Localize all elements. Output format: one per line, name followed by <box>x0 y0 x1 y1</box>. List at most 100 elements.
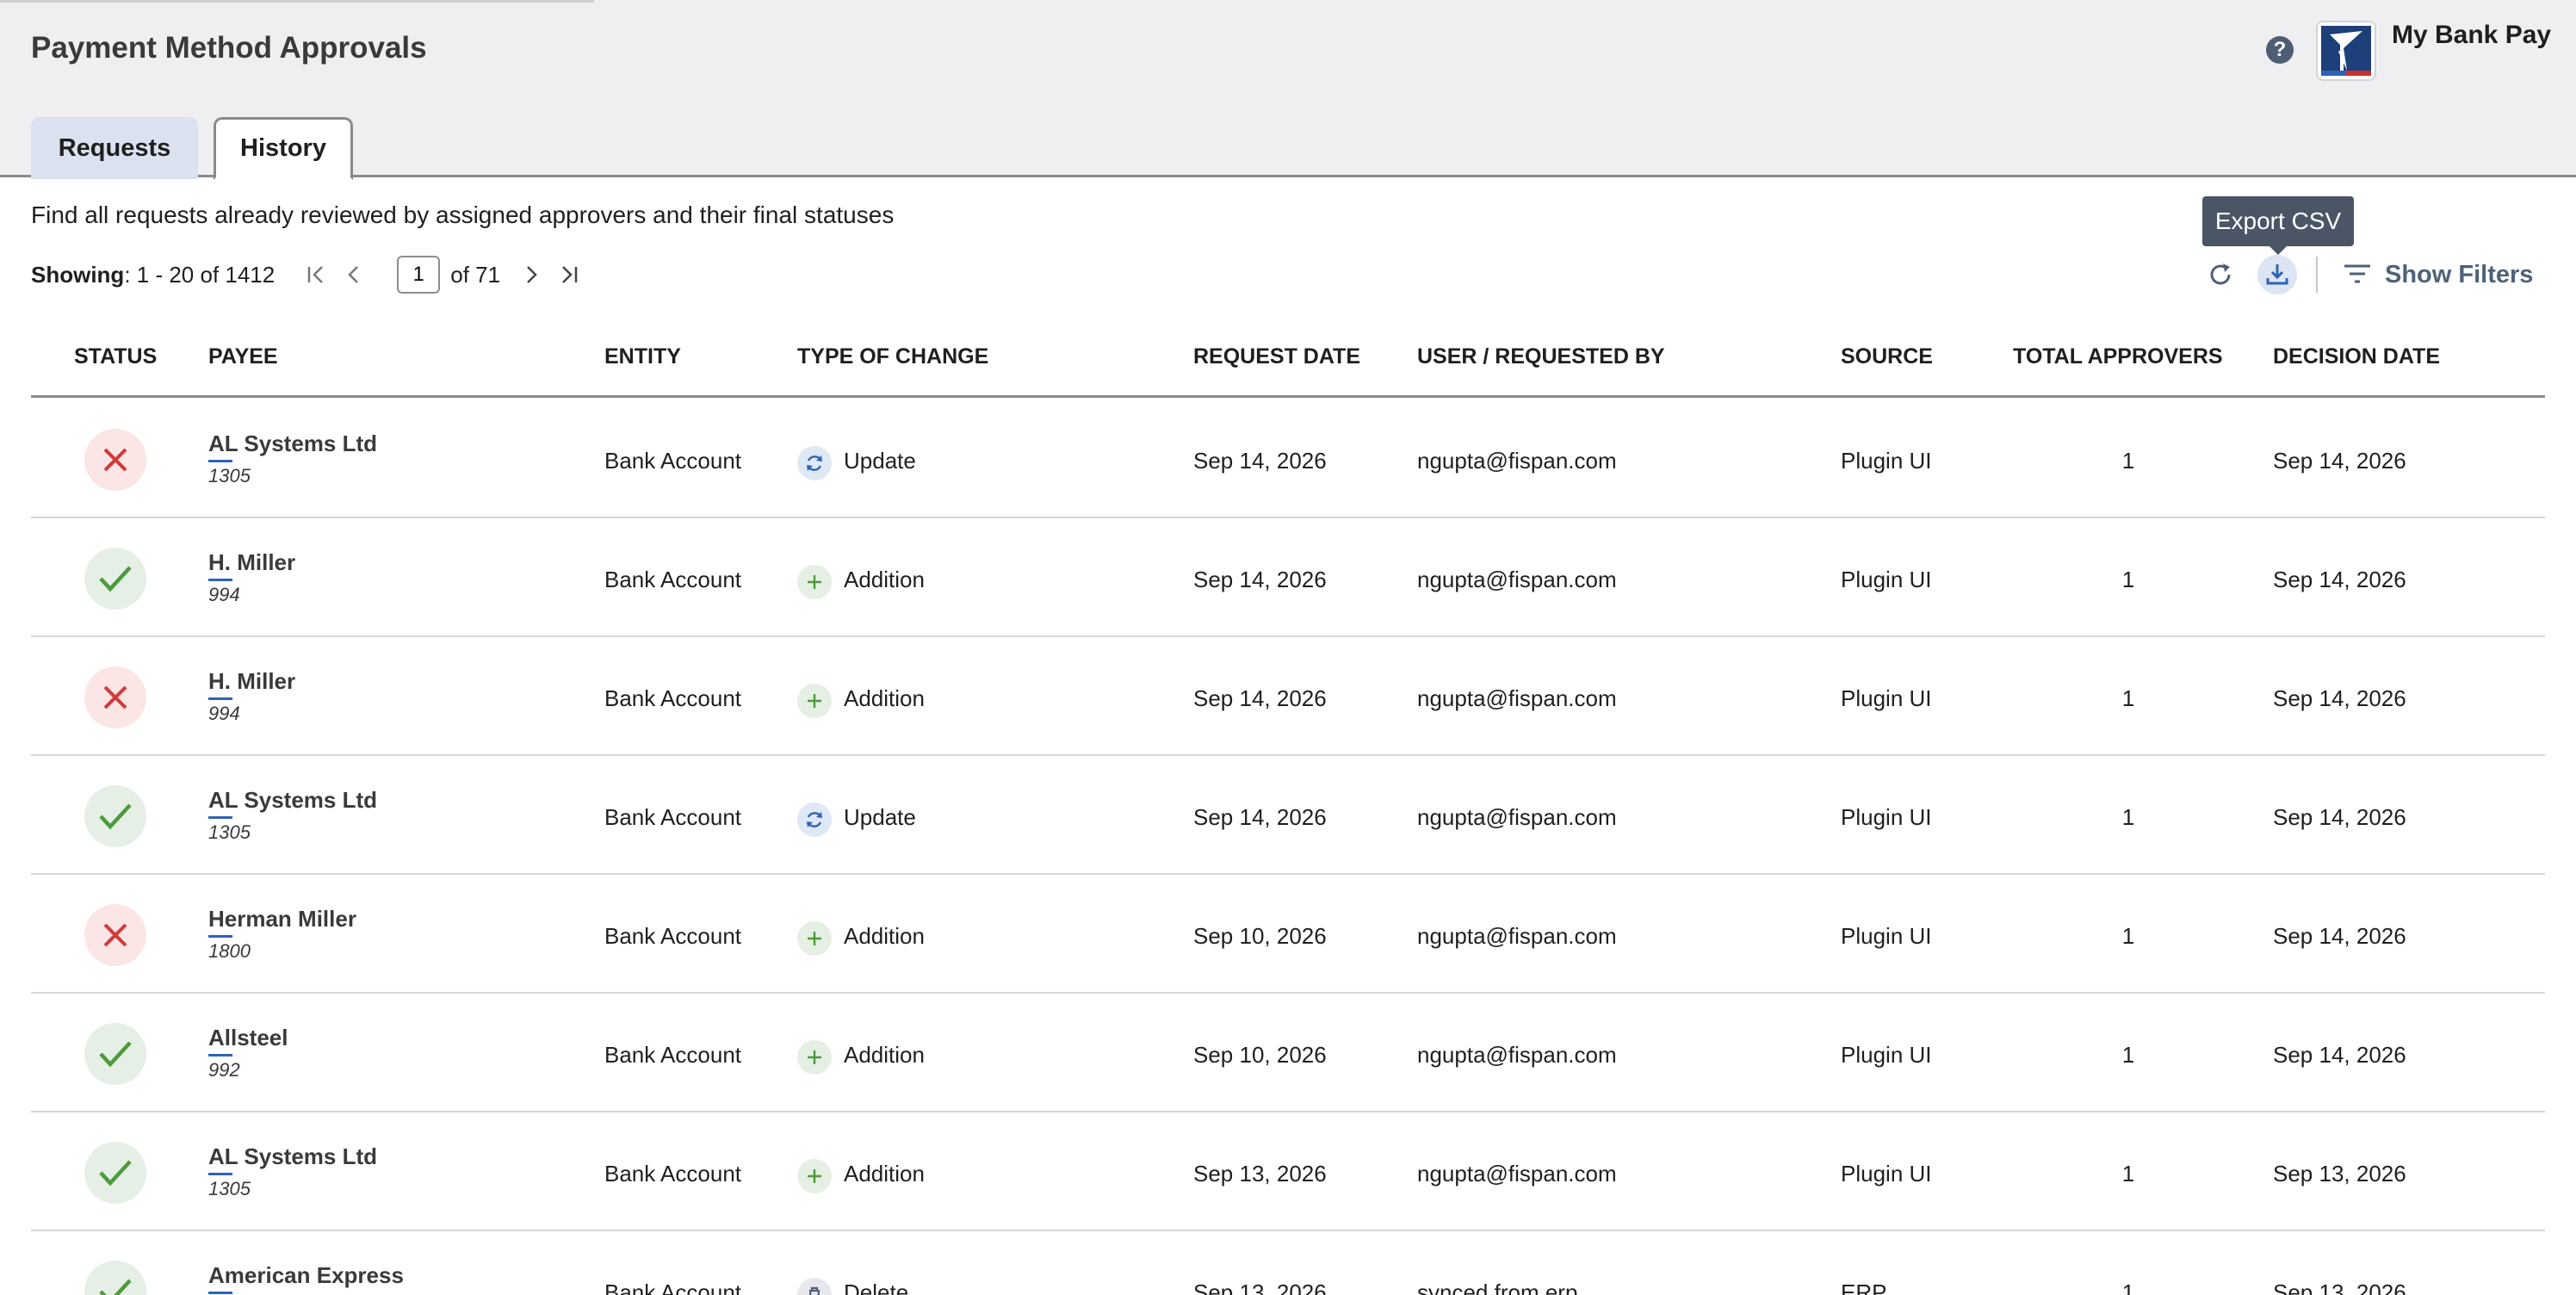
total-approvers-cell: 1 <box>2121 1042 2135 1068</box>
col-total-approvers[interactable]: TOTAL APPROVERS <box>2013 344 2223 369</box>
col-entity[interactable]: ENTITY <box>604 344 681 369</box>
payee-name-link[interactable]: AL Systems Ltd <box>208 787 377 819</box>
payee-underline <box>208 1054 232 1056</box>
refresh-icon[interactable] <box>2202 257 2239 293</box>
prev-page-icon[interactable] <box>335 257 373 293</box>
change-type-icon <box>797 1159 832 1193</box>
decision-date-cell: Sep 14, 2026 <box>2273 923 2406 949</box>
table-row[interactable]: AL Systems Ltd 1305 Bank Account Update Sep … <box>31 756 2545 875</box>
col-payee[interactable]: PAYEE <box>208 344 278 369</box>
payee-id: 992 <box>208 1059 240 1081</box>
status-rejected-badge <box>84 904 146 966</box>
source-cell: Plugin UI <box>1841 685 1932 711</box>
payee-underline <box>208 1292 232 1294</box>
table-header: STATUS PAYEE ENTITY TYPE OF CHANGE REQUE… <box>31 339 2545 398</box>
pagination: Showing : 1 - 20 of 1412 of 71 <box>31 256 588 294</box>
request-date-cell: Sep 10, 2026 <box>1193 923 1327 949</box>
requested-by-cell: ngupta@fispan.com <box>1417 804 1617 830</box>
status-approved-badge <box>84 785 146 847</box>
payee-name-link[interactable]: Herman Miller <box>208 906 356 938</box>
payee-name-link[interactable]: Allsteel <box>208 1025 288 1056</box>
decision-date-cell: Sep 14, 2026 <box>2273 567 2406 592</box>
rejected-x-icon <box>103 448 127 472</box>
approved-check-icon <box>99 1279 132 1295</box>
status-approved-badge <box>84 548 146 610</box>
export-csv-icon[interactable] <box>2257 255 2297 294</box>
source-cell: Plugin UI <box>1841 804 1932 830</box>
tab-history[interactable]: History <box>214 117 353 180</box>
entity-cell: Bank Account <box>604 1042 741 1068</box>
table-row[interactable]: AL Systems Ltd 1305 Bank Account Update Sep … <box>31 400 2545 518</box>
payee-id: 1800 <box>208 940 251 962</box>
payee-name-link[interactable]: AL Systems Ltd <box>208 1143 377 1175</box>
approved-check-icon <box>99 1041 132 1068</box>
decision-date-cell: Sep 14, 2026 <box>2273 804 2406 830</box>
payee-name-link[interactable]: H. Miller <box>208 668 295 700</box>
page-number-input[interactable] <box>397 256 441 294</box>
requested-by-cell: ngupta@fispan.com <box>1417 685 1617 711</box>
show-filters-button[interactable]: Show Filters <box>2342 257 2533 293</box>
source-cell: Plugin UI <box>1841 1161 1932 1187</box>
col-type-of-change[interactable]: TYPE OF CHANGE <box>797 344 988 369</box>
table-row[interactable]: Allsteel 992 Bank Account Addition Sep 10, 2… <box>31 994 2545 1112</box>
change-type-icon <box>797 446 832 480</box>
col-source[interactable]: SOURCE <box>1841 344 1933 369</box>
requested-by-cell: ngupta@fispan.com <box>1417 567 1617 592</box>
change-type-icon <box>797 1040 832 1075</box>
payee-name-link[interactable]: AL Systems Ltd <box>208 431 377 462</box>
table-row[interactable]: H. Miller 994 Bank Account Addition Sep 14, … <box>31 637 2545 756</box>
approved-check-icon <box>99 803 132 830</box>
approved-check-icon <box>99 1160 132 1187</box>
col-status[interactable]: STATUS <box>74 344 157 369</box>
rejected-x-icon <box>103 685 127 709</box>
plus-icon <box>808 575 821 589</box>
bank-logo-icon <box>2321 26 2371 76</box>
payee-name-link[interactable]: H. Miller <box>208 549 295 581</box>
plus-icon <box>808 1050 821 1064</box>
change-type-label: Addition <box>844 923 925 949</box>
history-description: Find all requests already reviewed by as… <box>31 201 895 228</box>
total-approvers-cell: 1 <box>2121 448 2135 474</box>
change-type-icon <box>797 565 832 599</box>
status-rejected-badge <box>84 666 146 728</box>
page-count: of 71 <box>450 261 501 288</box>
request-date-cell: Sep 14, 2026 <box>1193 448 1327 474</box>
entity-cell: Bank Account <box>604 567 741 592</box>
help-icon[interactable]: ? <box>2266 36 2294 64</box>
first-page-icon[interactable] <box>297 257 335 293</box>
bank-logo <box>2316 21 2376 81</box>
table-row[interactable]: AL Systems Ltd 1305 Bank Account Addition Se… <box>31 1112 2545 1231</box>
source-cell: Plugin UI <box>1841 448 1932 474</box>
table-row[interactable]: Herman Miller 1800 Bank Account Addition Sep… <box>31 875 2545 994</box>
next-page-icon[interactable] <box>512 257 550 293</box>
change-type-label: Addition <box>844 1161 925 1187</box>
header-bar: Payment Method Approvals ? My Bank Pay <box>0 0 2576 177</box>
change-type-icon <box>797 684 832 718</box>
entity-cell: Bank Account <box>604 685 741 711</box>
col-decision-date[interactable]: DECISION DATE <box>2273 344 2440 369</box>
approved-check-icon <box>99 566 132 592</box>
update-icon <box>807 455 822 471</box>
total-approvers-cell: 1 <box>2121 804 2135 830</box>
payee-underline <box>208 697 232 700</box>
request-date-cell: Sep 14, 2026 <box>1193 567 1327 592</box>
table-row[interactable]: American Express Bank Account Delete Sep 13… <box>31 1231 2545 1295</box>
col-requested-by[interactable]: USER / REQUESTED BY <box>1417 344 1665 369</box>
total-approvers-cell: 1 <box>2121 1280 2135 1295</box>
brand-name: My Bank Pay <box>2392 21 2552 49</box>
payee-name-link[interactable]: American Express <box>208 1262 404 1294</box>
total-approvers-cell: 1 <box>2121 567 2135 592</box>
col-request-date[interactable]: REQUEST DATE <box>1193 344 1360 369</box>
trash-icon <box>808 1286 820 1295</box>
table-row[interactable]: H. Miller 994 Bank Account Addition Sep 14, … <box>31 518 2545 637</box>
payee-underline <box>208 579 232 581</box>
last-page-icon[interactable] <box>550 257 588 293</box>
total-approvers-cell: 1 <box>2121 923 2135 949</box>
change-type-icon <box>797 921 832 956</box>
status-approved-badge <box>84 1023 146 1085</box>
requested-by-cell: ngupta@fispan.com <box>1417 1042 1617 1068</box>
decision-date-cell: Sep 14, 2026 <box>2273 1042 2406 1068</box>
tab-requests[interactable]: Requests <box>31 117 198 179</box>
entity-cell: Bank Account <box>604 923 741 949</box>
requested-by-cell: ngupta@fispan.com <box>1417 1161 1617 1187</box>
